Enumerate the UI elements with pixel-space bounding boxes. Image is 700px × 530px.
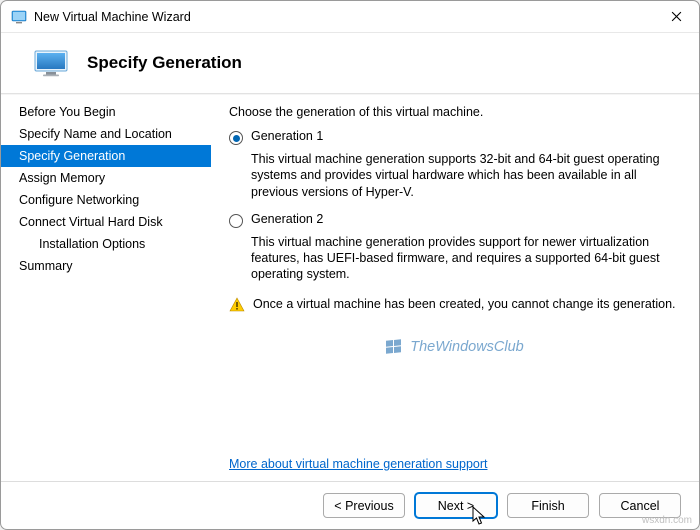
- sidebar: Before You Begin Specify Name and Locati…: [1, 95, 211, 481]
- windows-logo-icon: [384, 337, 404, 357]
- sidebar-item-specify-generation[interactable]: Specify Generation: [1, 145, 211, 167]
- wizard-body: Before You Begin Specify Name and Locati…: [1, 95, 699, 481]
- sidebar-item-label: Connect Virtual Hard Disk: [19, 215, 163, 229]
- app-icon: [11, 9, 27, 25]
- intro-text: Choose the generation of this virtual ma…: [229, 105, 679, 119]
- button-label: < Previous: [334, 499, 393, 513]
- gen1-description: This virtual machine generation supports…: [251, 151, 679, 200]
- sidebar-item-assign-memory[interactable]: Assign Memory: [1, 167, 211, 189]
- sidebar-item-label: Configure Networking: [19, 193, 139, 207]
- radio-option-gen2[interactable]: Generation 2: [229, 212, 679, 228]
- watermark: TheWindowsClub: [229, 337, 679, 357]
- warning-row: Once a virtual machine has been created,…: [229, 297, 679, 313]
- gen2-label: Generation 2: [251, 212, 323, 226]
- content-pane: Choose the generation of this virtual ma…: [211, 95, 699, 481]
- header: Specify Generation: [1, 33, 699, 93]
- attribution: wsxdn.com: [642, 515, 692, 526]
- sidebar-item-connect-vhd[interactable]: Connect Virtual Hard Disk: [1, 211, 211, 233]
- sidebar-item-summary[interactable]: Summary: [1, 255, 211, 277]
- sidebar-item-installation-options[interactable]: Installation Options: [1, 233, 211, 255]
- radio-icon: [229, 214, 243, 228]
- footer: < Previous Next > Finish Cancel: [1, 481, 699, 529]
- warning-text: Once a virtual machine has been created,…: [253, 297, 676, 311]
- previous-button[interactable]: < Previous: [323, 493, 405, 518]
- sidebar-item-label: Specify Generation: [19, 149, 125, 163]
- close-button[interactable]: [653, 1, 699, 33]
- button-label: Next >: [438, 499, 474, 513]
- sidebar-item-before-you-begin[interactable]: Before You Begin: [1, 101, 211, 123]
- sidebar-item-specify-name-location[interactable]: Specify Name and Location: [1, 123, 211, 145]
- wizard-window: New Virtual Machine Wizard Specify Gener…: [0, 0, 700, 530]
- sidebar-item-configure-networking[interactable]: Configure Networking: [1, 189, 211, 211]
- close-icon: [671, 11, 682, 22]
- sidebar-item-label: Specify Name and Location: [19, 127, 172, 141]
- button-label: Finish: [531, 499, 564, 513]
- monitor-icon: [33, 49, 69, 77]
- page-title: Specify Generation: [87, 53, 242, 73]
- titlebar: New Virtual Machine Wizard: [1, 1, 699, 33]
- sidebar-item-label: Installation Options: [39, 237, 145, 251]
- gen2-description: This virtual machine generation provides…: [251, 234, 679, 283]
- finish-button[interactable]: Finish: [507, 493, 589, 518]
- sidebar-item-label: Assign Memory: [19, 171, 105, 185]
- gen1-label: Generation 1: [251, 129, 323, 143]
- sidebar-item-label: Summary: [19, 259, 72, 273]
- watermark-text: TheWindowsClub: [410, 339, 524, 355]
- sidebar-item-label: Before You Begin: [19, 105, 116, 119]
- radio-icon: [229, 131, 243, 145]
- window-title: New Virtual Machine Wizard: [34, 10, 653, 24]
- more-info-link[interactable]: More about virtual machine generation su…: [229, 457, 487, 471]
- radio-option-gen1[interactable]: Generation 1: [229, 129, 679, 145]
- button-label: Cancel: [621, 499, 660, 513]
- next-button[interactable]: Next >: [415, 493, 497, 518]
- warning-icon: [229, 297, 245, 313]
